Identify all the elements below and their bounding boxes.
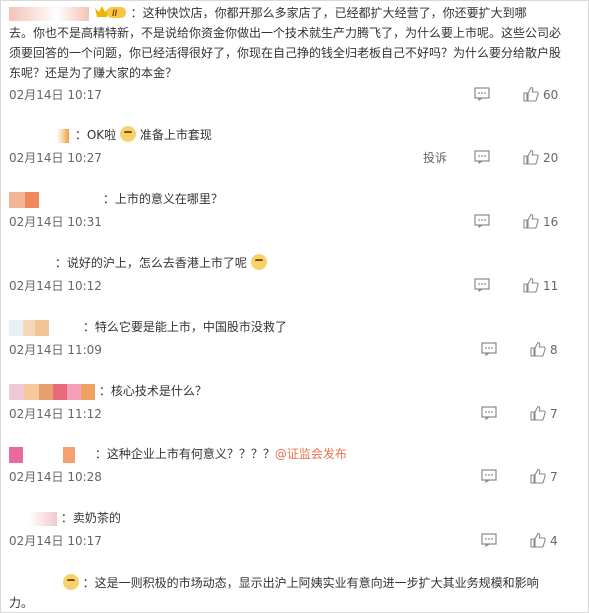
comment-text: ：卖奶茶的 bbox=[9, 508, 579, 528]
svg-text:II: II bbox=[112, 8, 118, 18]
blurred-username[interactable] bbox=[9, 446, 91, 463]
comment-icon[interactable] bbox=[481, 533, 497, 547]
blurred-username[interactable] bbox=[9, 319, 79, 336]
comment-text: 力。 bbox=[9, 596, 34, 610]
comment-item: ：这是一则积极的市场动态，显示出沪上阿姨实业有意向进一步扩大其业务规模和影响 力… bbox=[9, 573, 579, 612]
comment-meta: 02月14日 10:28 7 bbox=[9, 467, 579, 487]
timestamp: 02月14日 10:17 bbox=[9, 88, 102, 102]
doge-emoji-icon bbox=[119, 126, 136, 142]
mention-link[interactable]: @证监会发布 bbox=[275, 447, 347, 461]
thumbs-up-icon bbox=[530, 405, 546, 421]
like-count: 8 bbox=[550, 343, 558, 357]
report-link[interactable]: 投诉 bbox=[423, 148, 447, 168]
timestamp: 02月14日 10:27 bbox=[9, 151, 102, 165]
like-count: 4 bbox=[550, 534, 558, 548]
comment-meta: 02月14日 10:27 投诉 20 bbox=[9, 148, 579, 168]
like-button[interactable]: 7 bbox=[530, 467, 558, 487]
thumbs-up-icon bbox=[530, 341, 546, 357]
timestamp: 02月14日 11:09 bbox=[9, 343, 102, 357]
comment-text: ：这是一则积极的市场动态，显示出沪上阿姨实业有意向进一步扩大其业务规模和影响 bbox=[9, 573, 579, 593]
like-count: 20 bbox=[543, 151, 559, 165]
comment-icon[interactable] bbox=[474, 87, 490, 101]
comment-icon[interactable] bbox=[474, 150, 490, 164]
thumbs-up-icon bbox=[523, 213, 539, 229]
comment-text: ：特么它要是能上市，中国股市没救了 bbox=[9, 317, 579, 337]
thumbs-up-icon bbox=[523, 149, 539, 165]
like-button[interactable]: 11 bbox=[523, 276, 558, 296]
thumbs-up-icon bbox=[530, 468, 546, 484]
like-button[interactable]: 7 bbox=[530, 404, 558, 424]
comment-meta: 02月14日 10:31 16 bbox=[9, 212, 579, 232]
thumbs-up-icon bbox=[523, 277, 539, 293]
comment-text: 须要回答的一个问题，你已经活得很好了，你现在自己挣的钱全归老板自己不好吗？为什么… bbox=[9, 46, 562, 60]
comments-panel: II ：这种快饮店，你都开那么多家店了，已经都扩大经营了，你还要扩大到哪 去。你… bbox=[0, 0, 589, 613]
crown-badge-icon: II bbox=[94, 6, 126, 18]
comment-icon[interactable] bbox=[481, 406, 497, 420]
comment-text: 东呢？还是为了赚大家的本金？ bbox=[9, 66, 178, 80]
like-button[interactable]: 16 bbox=[523, 212, 558, 232]
like-count: 16 bbox=[543, 215, 559, 229]
comment-item: ：卖奶茶的 02月14日 10:17 4 bbox=[9, 508, 579, 551]
thumbs-up-icon bbox=[523, 86, 539, 102]
timestamp: 02月14日 10:28 bbox=[9, 470, 102, 484]
comment-text: ：核心技术是什么？ bbox=[9, 381, 579, 401]
comment-meta: 02月14日 10:17 4 bbox=[9, 531, 579, 551]
like-count: 60 bbox=[543, 88, 559, 102]
comment-meta: 02月14日 11:12 7 bbox=[9, 404, 579, 424]
blurred-username[interactable] bbox=[9, 128, 69, 143]
comment-item: ：核心技术是什么？ 02月14日 11:12 7 bbox=[9, 381, 579, 424]
blurred-username[interactable] bbox=[9, 256, 51, 271]
like-count: 7 bbox=[550, 470, 558, 484]
like-button[interactable]: 8 bbox=[530, 340, 558, 360]
doge-emoji-icon bbox=[62, 574, 79, 590]
timestamp: 02月14日 10:17 bbox=[9, 534, 102, 548]
thumbs-up-icon bbox=[530, 532, 546, 548]
like-count: 11 bbox=[543, 279, 559, 293]
comment-item: ：说好的沪上，怎么去香港上市了呢 02月14日 10:12 11 bbox=[9, 253, 579, 296]
like-button[interactable]: 60 bbox=[523, 85, 558, 105]
comment-meta: 02月14日 10:17 60 bbox=[9, 85, 579, 105]
timestamp: 02月14日 10:31 bbox=[9, 215, 102, 229]
doge-emoji-icon bbox=[250, 254, 267, 270]
blurred-username[interactable] bbox=[9, 6, 89, 21]
blurred-username[interactable] bbox=[9, 383, 95, 400]
timestamp: 02月14日 11:12 bbox=[9, 407, 102, 421]
blurred-username[interactable] bbox=[9, 191, 99, 208]
comment-item: ：上市的意义在哪里？ 02月14日 10:31 16 bbox=[9, 189, 579, 232]
comment-icon[interactable] bbox=[474, 278, 490, 292]
comment-text: ：这种企业上市有何意义？？？？@证监会发布 bbox=[9, 444, 579, 464]
blurred-username[interactable] bbox=[9, 511, 57, 526]
comment-meta: 02月14日 10:12 11 bbox=[9, 276, 579, 296]
comment-item: ：OK啦 准备上市套现 02月14日 10:27 投诉 20 bbox=[9, 125, 579, 168]
comment-item: ：特么它要是能上市，中国股市没救了 02月14日 11:09 8 bbox=[9, 317, 579, 360]
comment-text: ：上市的意义在哪里？ bbox=[9, 189, 579, 209]
like-count: 7 bbox=[550, 407, 558, 421]
comment-text: ：说好的沪上，怎么去香港上市了呢 bbox=[9, 253, 579, 273]
timestamp: 02月14日 10:12 bbox=[9, 279, 102, 293]
like-button[interactable]: 4 bbox=[530, 531, 558, 551]
comment-icon[interactable] bbox=[481, 342, 497, 356]
blurred-username[interactable] bbox=[9, 576, 61, 591]
comment-item: ：这种企业上市有何意义？？？？@证监会发布 02月14日 10:28 7 bbox=[9, 444, 579, 487]
comment-icon[interactable] bbox=[474, 214, 490, 228]
comment-meta: 02月14日 11:09 8 bbox=[9, 340, 579, 360]
comment-item: II ：这种快饮店，你都开那么多家店了，已经都扩大经营了，你还要扩大到哪 去。你… bbox=[9, 3, 579, 105]
comment-text: ：OK啦 准备上市套现 bbox=[9, 125, 579, 145]
like-button[interactable]: 20 bbox=[523, 148, 558, 168]
comment-icon[interactable] bbox=[481, 469, 497, 483]
comment-text: 去。你也不是高精特新，不是说给你资金你做出一个技术就生产力腾飞了，为什么要上市呢… bbox=[9, 26, 562, 40]
comment-text: II ：这种快饮店，你都开那么多家店了，已经都扩大经营了，你还要扩大到哪 bbox=[9, 3, 579, 23]
